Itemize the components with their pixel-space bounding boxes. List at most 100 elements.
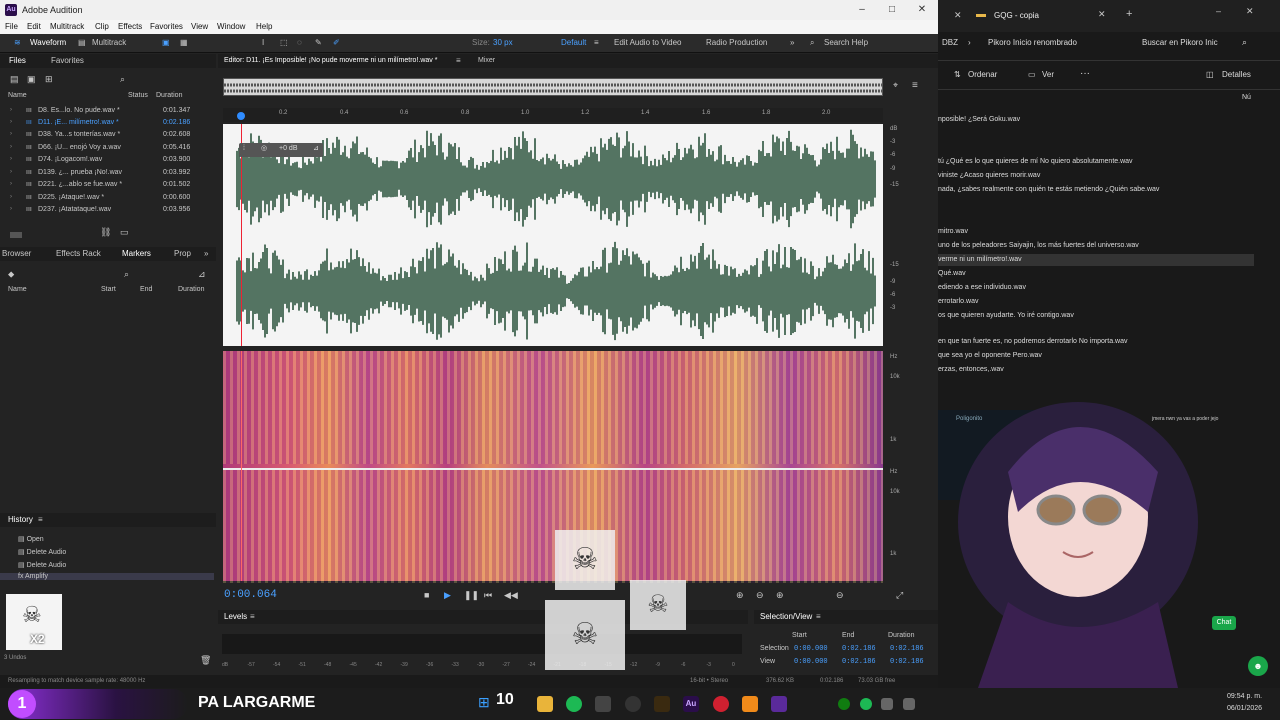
explorer-file-row[interactable]: uno de los peleadores Saiyajin, los más … bbox=[938, 240, 1254, 252]
timeline-ruler[interactable]: 0.2 0.4 0.6 0.8 1.0 1.2 1.4 1.6 1.8 2.0 bbox=[223, 108, 883, 122]
tab-editor[interactable]: Editor: D11. ¡Es Imposible! ¡No pude mov… bbox=[224, 57, 437, 64]
link-icon[interactable]: ⛓ bbox=[100, 227, 111, 238]
view-button[interactable]: Ver bbox=[1042, 70, 1054, 79]
expand-icon[interactable]: › bbox=[10, 144, 12, 150]
explorer-file-row[interactable]: mitro.wav bbox=[938, 226, 1254, 238]
trash-icon[interactable]: 🗑 bbox=[200, 655, 211, 666]
explorer-file-row[interactable]: tú ¿Qué es lo que quieres de mí No quier… bbox=[938, 156, 1254, 168]
marker-filter-icon[interactable]: ⊿ bbox=[198, 269, 206, 280]
volume-knob-icon[interactable]: ◎ bbox=[261, 144, 267, 152]
zoom-out-full-icon[interactable]: ⊖ bbox=[836, 590, 844, 601]
close-icon[interactable]: ✕ bbox=[1246, 6, 1254, 17]
waveform-button[interactable]: Waveform bbox=[30, 38, 66, 47]
history-item[interactable]: ▤ Delete Audio bbox=[18, 561, 66, 569]
zoom-in-time-icon[interactable]: ⊕ bbox=[776, 590, 784, 601]
menu-edit[interactable]: Edit bbox=[27, 22, 41, 31]
sv-selection-duration[interactable]: 0:02.186 bbox=[890, 645, 924, 653]
explorer-file-row[interactable]: nposible! ¿Será Goku.wav bbox=[938, 114, 1254, 126]
pitch-view-icon[interactable]: ▦ bbox=[180, 38, 188, 47]
close-tab-icon[interactable]: ✕ bbox=[954, 10, 962, 21]
close-tab-icon[interactable]: ✕ bbox=[1098, 9, 1106, 20]
close-icon[interactable]: ✕ bbox=[912, 3, 932, 17]
chevron-right-icon[interactable]: » bbox=[790, 38, 794, 47]
import-icon[interactable]: ⊞ bbox=[45, 74, 53, 85]
skip-back-icon[interactable]: ⏮ bbox=[484, 590, 492, 601]
zoom-out-amplitude-icon[interactable]: ⊖ bbox=[756, 590, 764, 601]
menu-file[interactable]: File bbox=[5, 22, 18, 31]
zoom-in-amplitude-icon[interactable]: ⊕ bbox=[736, 590, 744, 601]
menu-favorites[interactable]: Favorites bbox=[150, 22, 183, 31]
explorer-file-row[interactable]: verme ni un milímetro!.wav bbox=[938, 254, 1254, 266]
overview-waveform[interactable] bbox=[223, 78, 883, 96]
menu-clip[interactable]: Clip bbox=[95, 22, 109, 31]
marker-search-icon[interactable]: ⌕ bbox=[124, 269, 129, 280]
breadcrumb-current[interactable]: Pikoro Inicio renombrado bbox=[988, 38, 1077, 47]
tab-markers[interactable]: Markers bbox=[122, 249, 151, 258]
marker-add-icon[interactable]: ⬥ bbox=[8, 269, 14, 280]
clock-date[interactable]: 06/01/2026 bbox=[1227, 705, 1262, 712]
menu-lines-icon[interactable]: ≡ bbox=[38, 515, 43, 524]
rewind-icon[interactable]: ◀◀ bbox=[504, 590, 518, 601]
col-duration[interactable]: Duration bbox=[156, 92, 182, 99]
sv-view-end[interactable]: 0:02.186 bbox=[842, 658, 876, 666]
expand-icon[interactable]: › bbox=[10, 119, 12, 125]
lasso-icon[interactable]: ◌ bbox=[297, 38, 302, 47]
workspace-default[interactable]: Default bbox=[561, 38, 586, 47]
expand-icon[interactable]: › bbox=[10, 156, 12, 162]
file-row[interactable]: › ııı D221. ¿...ablo se fue.wav * 0:01.502 bbox=[0, 179, 214, 191]
menu-lines-icon[interactable]: ≡ bbox=[816, 612, 821, 621]
expand-icon[interactable]: › bbox=[10, 194, 12, 200]
maximize-icon[interactable]: □ bbox=[882, 3, 902, 17]
markers-col-start[interactable]: Start bbox=[101, 286, 116, 293]
menu-multitrack[interactable]: Multitrack bbox=[50, 22, 84, 31]
tray-icon[interactable] bbox=[903, 698, 915, 710]
zoom-nav-icon[interactable]: ⌖ bbox=[893, 80, 898, 91]
chevron-right-icon[interactable]: » bbox=[204, 249, 208, 258]
expand-icon[interactable]: › bbox=[10, 206, 12, 212]
history-item[interactable]: ▤ Delete Audio bbox=[18, 548, 66, 556]
pin-icon[interactable]: ⊿ bbox=[313, 144, 319, 152]
app-icon[interactable] bbox=[654, 696, 670, 712]
explorer-file-row[interactable]: erzas, entonces,.wav bbox=[938, 364, 1254, 376]
markers-col-name[interactable]: Name bbox=[8, 286, 27, 293]
menu-lines-icon[interactable]: ≡ bbox=[456, 56, 461, 65]
file-row[interactable]: › ııı D66. ¡U... enojó Voy a.wav 0:05.416 bbox=[0, 142, 214, 154]
search-help[interactable]: Search Help bbox=[824, 38, 868, 47]
multitrack-button[interactable]: Multitrack bbox=[92, 38, 126, 47]
filter-search-icon[interactable]: ⌕ bbox=[120, 74, 125, 85]
sv-selection-end[interactable]: 0:02.186 bbox=[842, 645, 876, 653]
menu-lines-icon[interactable]: ≡ bbox=[250, 612, 255, 621]
history-item[interactable]: ▤ Open bbox=[18, 535, 44, 543]
open-file-icon[interactable]: ▣ bbox=[27, 74, 36, 85]
menu-help[interactable]: Help bbox=[256, 22, 272, 31]
file-row[interactable]: › ııı D225. ¡Ataque!.wav * 0:00.600 bbox=[0, 192, 214, 204]
minimize-icon[interactable]: – bbox=[852, 3, 872, 17]
tab-selection-view[interactable]: Selection/View bbox=[760, 612, 812, 621]
windows-start-icon[interactable]: ⊞ bbox=[478, 694, 490, 711]
file-row[interactable]: › ııı D38. Ya...s tonterías.wav * 0:02.608 bbox=[0, 129, 214, 141]
xbox-icon[interactable] bbox=[838, 698, 850, 710]
search-icon[interactable]: ⌕ bbox=[1242, 37, 1247, 48]
workspace-radio[interactable]: Radio Production bbox=[706, 38, 767, 47]
tab-effects-rack[interactable]: Effects Rack bbox=[56, 249, 101, 258]
settings-icon[interactable] bbox=[595, 696, 611, 712]
obs-icon[interactable] bbox=[625, 696, 641, 712]
explorer-file-row[interactable]: ediendo a ese individuo.wav bbox=[938, 282, 1254, 294]
pause-icon[interactable]: ❚❚ bbox=[464, 590, 479, 601]
tab-mixer[interactable]: Mixer bbox=[478, 57, 495, 64]
file-row[interactable]: › ııı D237. ¡Atatataque!.wav 0:03.956 bbox=[0, 204, 214, 214]
menu-lines-icon[interactable]: ≡ bbox=[912, 80, 918, 91]
col-status[interactable]: Status bbox=[128, 92, 148, 99]
waveform-display[interactable]: ⁞ ◎ +0 dB ⊿ bbox=[223, 124, 883, 346]
play-icon[interactable]: ▶ bbox=[444, 590, 451, 601]
file-row[interactable]: › ııı D139. ¿... prueba ¡No!.wav 0:03.992 bbox=[0, 167, 214, 179]
spotify-tray-icon[interactable] bbox=[860, 698, 872, 710]
playhead-handle[interactable] bbox=[237, 112, 245, 120]
menu-window[interactable]: Window bbox=[217, 22, 245, 31]
history-item-selected[interactable]: fx Amplify bbox=[0, 573, 214, 580]
expand-icon[interactable]: › bbox=[10, 131, 12, 137]
tab-history[interactable]: History bbox=[8, 515, 33, 524]
sort-button[interactable]: Ordenar bbox=[968, 70, 997, 79]
tab-properties[interactable]: Prop bbox=[174, 249, 191, 258]
marquee-icon[interactable]: ⬚ bbox=[280, 38, 288, 47]
